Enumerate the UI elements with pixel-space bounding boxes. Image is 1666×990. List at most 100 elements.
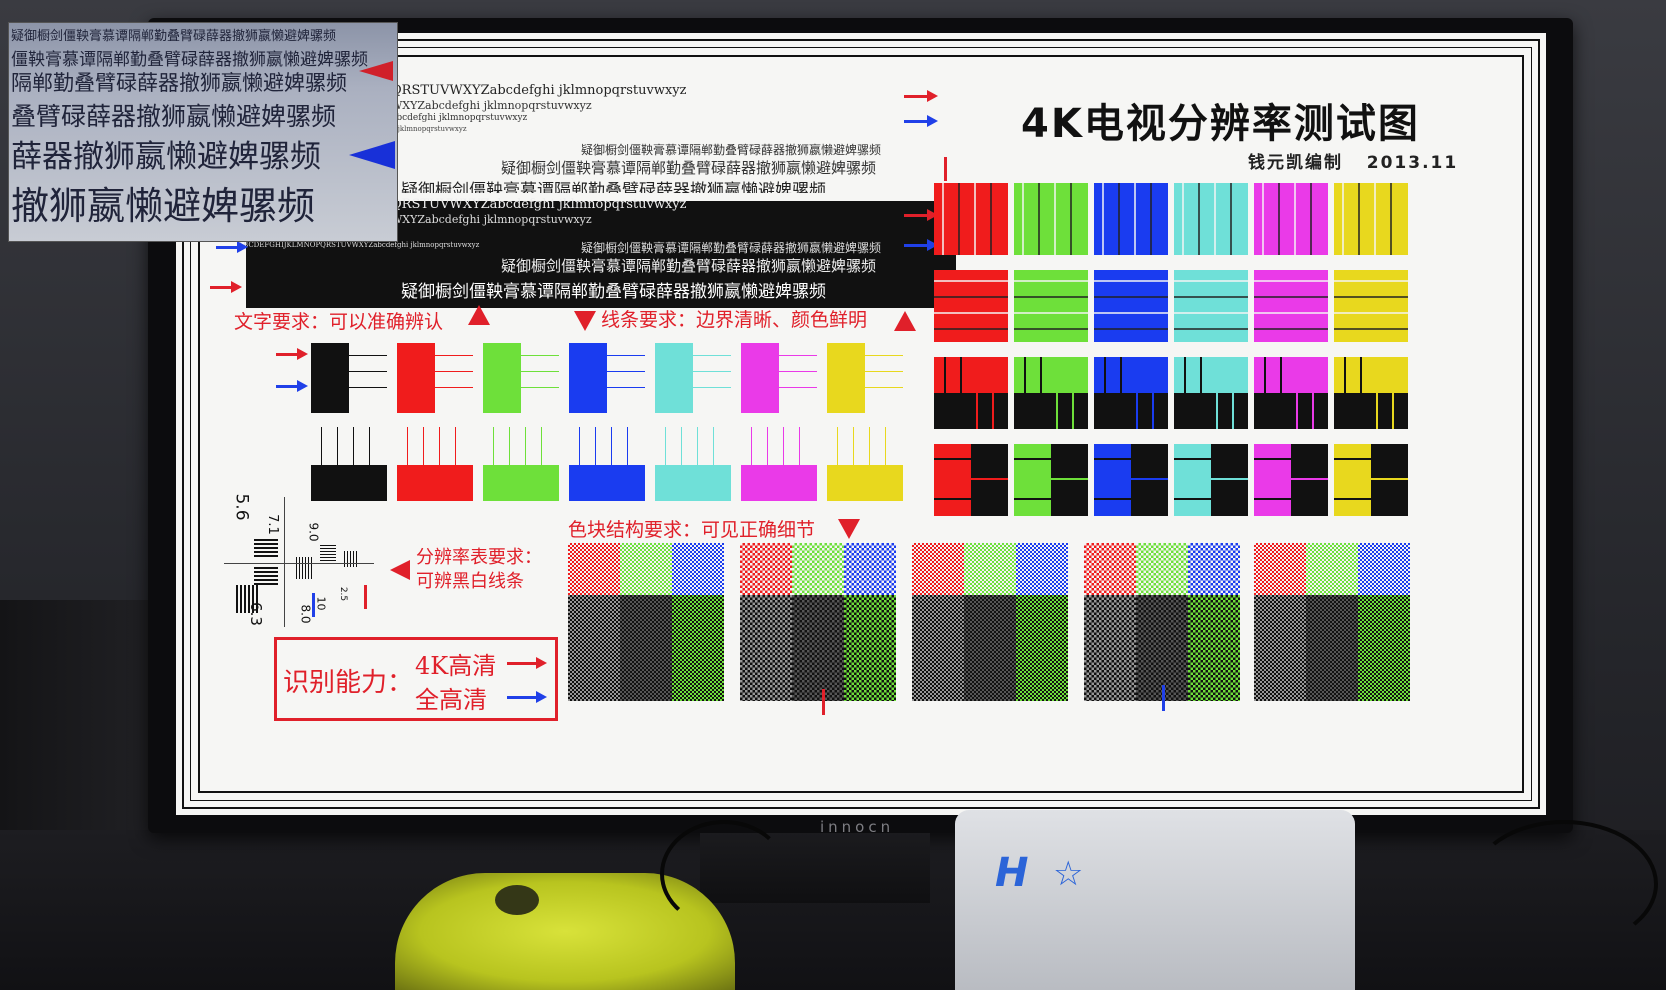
vertical-line: [1312, 357, 1314, 429]
vertical-line: [1040, 357, 1042, 429]
horizontal-line: [521, 387, 559, 388]
inset-line: 疑御橱剑僵鞅膏慕谭隔郸勤叠臂碌薛器撤狮嬴懒避婢骡频: [11, 29, 337, 44]
line-swatch: [569, 343, 607, 413]
wedge-bar: [353, 551, 354, 567]
vertical-line: [1038, 183, 1040, 255]
wedge-bar: [320, 548, 336, 549]
checker-patch: [620, 543, 672, 595]
inset-line: 隔郸勤叠臂碌薛器撤狮嬴懒避婢骡频: [11, 71, 347, 95]
resolution-requirement-label: 分辨率表要求：: [416, 547, 542, 568]
black-swatch: [971, 444, 1008, 516]
horizontal-line: [1094, 478, 1168, 480]
vertical-line: [525, 427, 526, 467]
checker-patch: [1254, 543, 1306, 595]
horizontal-line: [1174, 312, 1248, 314]
text-block-light: QRSTUVWXYZabcdefghi jklmnopqrstuvwxyz WX…: [391, 83, 911, 193]
horizontal-line: [435, 387, 473, 388]
horizontal-line: [1014, 280, 1088, 282]
horizontal-line: [1254, 478, 1328, 480]
red-arrow-right: [210, 281, 242, 293]
horizontal-line: [1254, 312, 1328, 314]
horizontal-line: [779, 355, 817, 356]
wedge-bar: [254, 567, 278, 569]
color-swatch: [1254, 183, 1328, 255]
axis-line: [284, 497, 285, 627]
blue-marker: [312, 593, 315, 617]
vertical-line: [1342, 183, 1344, 255]
vertical-line: [579, 427, 580, 467]
blue-arrow-right: [904, 239, 938, 251]
wedge-bar: [302, 557, 303, 579]
horizontal-line: [1094, 498, 1168, 500]
triangle-up-icon: [894, 311, 916, 331]
checker-patch: [844, 543, 896, 595]
horizontal-line: [521, 355, 559, 356]
wedge-bar: [320, 545, 336, 546]
wedge-bar: [320, 560, 336, 561]
vertical-line: [595, 427, 596, 467]
wedge-bar: [311, 557, 312, 579]
axis-line: [224, 563, 374, 564]
color-swatch: [1254, 444, 1291, 516]
wedge-bar: [252, 585, 254, 613]
line-swatch: [827, 343, 865, 413]
color-swatch: [1334, 444, 1371, 516]
blue-arrow-right: [904, 115, 938, 127]
vertical-line: [1262, 183, 1264, 255]
horizontal-line: [865, 355, 903, 356]
black-swatch: [1131, 444, 1168, 516]
checker-patch: [740, 595, 792, 701]
text-line: QRSTUVWXYZabcdefghi jklmnopqrstuvwxyz: [391, 197, 687, 212]
checker-patch: [912, 595, 964, 701]
vertical-line: [992, 357, 994, 429]
checker-patch: [672, 595, 724, 701]
vertical-line: [1310, 183, 1312, 255]
vertical-line: [1216, 357, 1218, 429]
red-marker: [364, 585, 367, 609]
text-line: 疑御橱剑僵鞅膏慕谭隔郸勤叠臂碌薛器撤狮嬴懒避婢骡频: [581, 143, 882, 157]
wedge-bar: [254, 555, 278, 557]
horizontal-line: [1334, 328, 1408, 330]
uhd-label: 4K高清: [415, 652, 497, 680]
vertical-line: [627, 427, 628, 467]
line-swatch: [397, 465, 473, 501]
triangle-left-icon: [390, 560, 410, 580]
cable: [660, 820, 788, 928]
horizontal-line: [435, 355, 473, 356]
vertical-line: [960, 357, 962, 429]
triangle-down-icon: [838, 519, 860, 539]
chart-title: 4K电视分辨率测试图: [1021, 101, 1420, 147]
horizontal-line: [1014, 498, 1088, 500]
blue-marker: [1162, 685, 1165, 711]
horizontal-line: [693, 371, 731, 372]
cable: [1470, 820, 1658, 948]
horizontal-line: [1014, 458, 1088, 460]
vertical-line: [509, 427, 510, 467]
horizontal-line: [1254, 280, 1328, 282]
horizontal-line: [1014, 328, 1088, 330]
red-arrow-right: [904, 90, 938, 102]
blue-pointer-icon: [349, 141, 395, 169]
vertical-line: [1230, 183, 1232, 255]
wedge-bar: [254, 547, 278, 549]
red-arrow-right: [904, 209, 938, 221]
horizontal-line: [1174, 498, 1248, 500]
magnified-inset: 疑御橱剑僵鞅膏慕谭隔郸勤叠臂碌薛器撤狮嬴懒避婢骡频 僵鞅膏慕谭隔郸勤叠臂碌薛器撤…: [8, 22, 398, 242]
vertical-line: [321, 427, 322, 467]
wedge-bar: [320, 557, 336, 558]
text-line: hijklmnopqrstuvwxyz: [391, 125, 467, 133]
wedge-bar: [254, 543, 278, 545]
vertical-line: [853, 427, 854, 467]
vertical-line: [611, 427, 612, 467]
checker-patch: [1188, 543, 1240, 595]
horizontal-line: [934, 478, 1008, 480]
vertical-line: [1024, 357, 1026, 429]
vertical-line: [1214, 183, 1216, 255]
vertical-line: [1280, 357, 1282, 429]
wedge-bar: [296, 557, 297, 579]
vertical-line: [493, 427, 494, 467]
vertical-line: [944, 357, 946, 429]
vertical-line: [439, 427, 440, 467]
vertical-line: [976, 357, 978, 429]
horizontal-line: [693, 387, 731, 388]
